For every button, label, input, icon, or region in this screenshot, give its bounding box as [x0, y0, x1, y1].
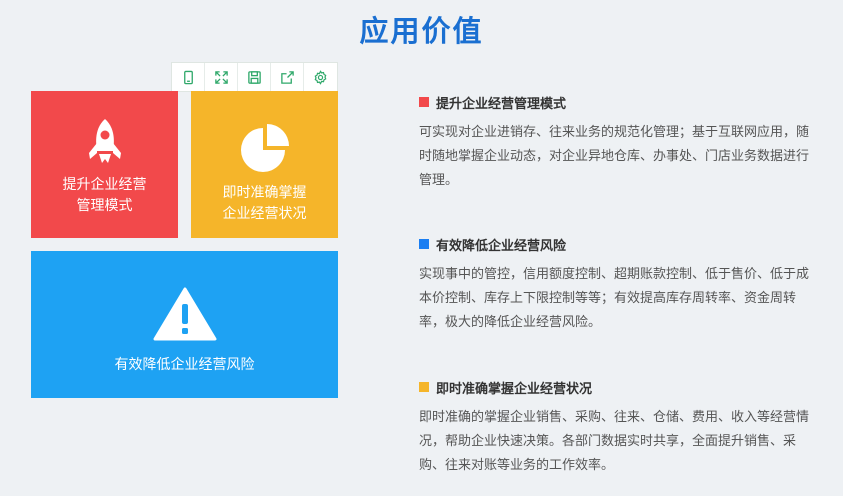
settings-button[interactable]: [304, 63, 337, 91]
page-title: 应用价值: [359, 14, 484, 48]
yellow-square-bullet: [419, 382, 429, 392]
mobile-view-button[interactable]: [172, 63, 205, 91]
section-risk-reduction: 有效降低企业经营风险 实现事中的管控，信用额度控制、超期账款控制、低于售价、低于…: [419, 234, 819, 335]
section-heading: 提升企业经营管理模式: [436, 96, 567, 112]
tile-toolbar: [171, 62, 338, 92]
section-heading: 即时准确掌握企业经营状况: [436, 381, 593, 397]
mobile-icon: [183, 70, 193, 84]
tile-risk-reduction[interactable]: 有效降低企业经营风险: [31, 251, 338, 398]
tile-label: 即时准确掌握企业经营状况: [222, 185, 307, 222]
section-heading: 有效降低企业经营风险: [436, 238, 567, 254]
share-icon: [280, 70, 294, 84]
red-square-bullet: [419, 97, 429, 107]
save-icon: [247, 70, 261, 84]
save-button[interactable]: [238, 63, 271, 91]
warning-icon: [153, 287, 216, 341]
section-body: 即时准确的掌握企业销售、采购、往来、仓储、费用、收入等经营情况，帮助企业快速决策…: [419, 410, 810, 473]
tile-management-mode[interactable]: 提升企业经营管理模式: [31, 91, 178, 238]
fullscreen-icon: [214, 70, 228, 84]
section-management-mode: 提升企业经营管理模式 可实现对企业进销存、往来业务的规范化管理；基于互联网应用，…: [419, 92, 819, 193]
rocket-icon: [88, 119, 121, 163]
blue-square-bullet: [419, 239, 429, 249]
section-body: 实现事中的管控，信用额度控制、超期账款控制、低于售价、低于成本价控制、库存上下限…: [419, 267, 810, 330]
tile-label: 有效降低企业经营风险: [114, 357, 255, 373]
fullscreen-button[interactable]: [205, 63, 238, 91]
section-body: 可实现对企业进销存、往来业务的规范化管理；基于互联网应用，随时随地掌握企业动态，…: [419, 125, 810, 188]
tile-business-status[interactable]: 即时准确掌握企业经营状况: [191, 91, 338, 238]
pie-chart-icon: [240, 124, 289, 172]
share-button[interactable]: [271, 63, 304, 91]
tile-label: 提升企业经营管理模式: [62, 177, 147, 214]
section-business-status: 即时准确掌握企业经营状况 即时准确的掌握企业销售、采购、往来、仓储、费用、收入等…: [419, 377, 819, 478]
settings-icon: [314, 69, 327, 85]
